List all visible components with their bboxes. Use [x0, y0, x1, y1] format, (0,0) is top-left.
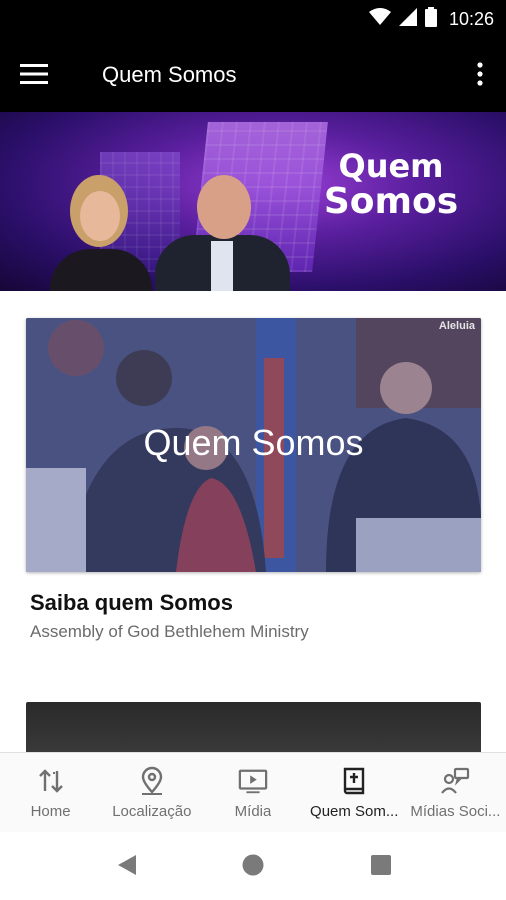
pastor-woman-photo — [46, 171, 156, 291]
section-title[interactable]: Saiba quem Somos — [30, 590, 233, 616]
pastor-man-photo — [155, 173, 290, 291]
nav-midias-sociais[interactable]: Mídias Soci... — [405, 753, 506, 832]
nav-label: Localização — [112, 803, 192, 820]
nav-midia[interactable]: Mídia — [202, 753, 303, 832]
cell-signal-icon — [398, 7, 417, 31]
wifi-icon — [368, 7, 391, 31]
nav-label: Home — [30, 803, 71, 820]
hero-banner: Quem Somos — [0, 112, 506, 291]
nav-localizacao[interactable]: Localização — [101, 753, 202, 832]
overflow-menu-button[interactable] — [466, 56, 494, 96]
quem-somos-card[interactable]: Aleluia Quem Somos — [26, 318, 481, 572]
page-title: Quem Somos — [102, 62, 237, 87]
recents-square-icon — [370, 854, 392, 881]
hero-title-line2: Somos — [323, 181, 459, 222]
recents-button[interactable] — [368, 854, 394, 880]
home-circle-icon — [241, 853, 265, 882]
hero-title: Quem Somos — [306, 150, 476, 220]
status-bar: 10:26 — [0, 0, 506, 38]
more-vertical-icon — [477, 61, 483, 91]
card-corner-text: Aleluia — [438, 320, 475, 332]
card-overlay-title: Quem Somos — [143, 422, 364, 463]
menu-button[interactable] — [14, 56, 54, 96]
sort-arrows-icon — [36, 765, 66, 797]
status-time: 10:26 — [448, 8, 494, 29]
social-people-icon — [440, 765, 470, 797]
screen: 10:26 Quem Somos Quem Somos Aleluia Quem… — [0, 0, 506, 900]
section-subtitle: Assembly of God Bethlehem Ministry — [30, 622, 309, 641]
play-video-icon — [238, 765, 268, 797]
back-triangle-icon — [116, 853, 138, 882]
back-button[interactable] — [114, 854, 140, 880]
nav-home[interactable]: Home — [0, 753, 101, 832]
bottom-navigation: Home Localização Mídia Quem Som... Mídia… — [0, 752, 506, 832]
location-pin-icon — [137, 765, 167, 797]
nav-label: Mídia — [234, 803, 272, 820]
status-icons: 10:26 — [368, 6, 494, 32]
hero-title-line1: Quem — [338, 147, 444, 185]
home-button[interactable] — [240, 854, 266, 880]
nav-quem-somos[interactable]: Quem Som... — [304, 753, 405, 832]
bible-icon — [339, 765, 369, 797]
hamburger-menu-icon — [20, 63, 48, 89]
nav-label: Quem Som... — [310, 803, 399, 820]
battery-icon — [424, 6, 437, 32]
app-bar: Quem Somos — [0, 38, 506, 112]
system-navigation-bar — [0, 832, 506, 900]
nav-label: Mídias Soci... — [410, 803, 501, 820]
